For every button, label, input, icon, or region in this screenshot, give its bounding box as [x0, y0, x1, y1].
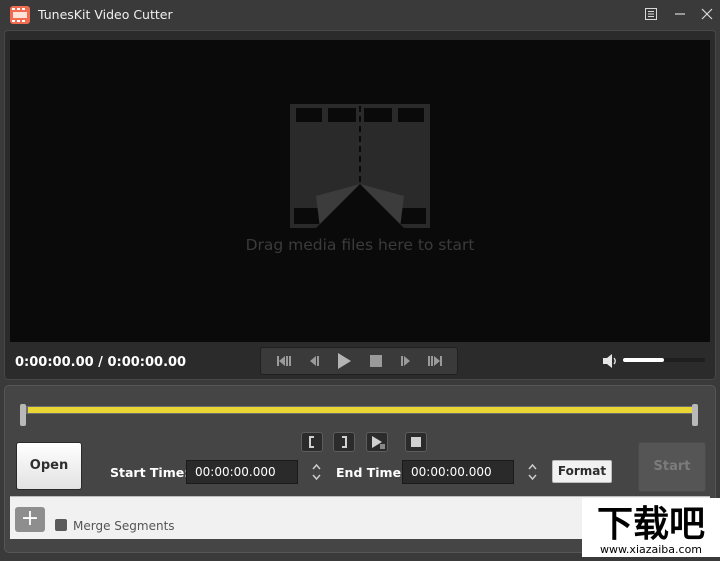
end-time-spinner[interactable] — [526, 460, 539, 484]
open-button[interactable]: Open — [16, 442, 82, 490]
drop-hint-text: Drag media files here to start — [245, 236, 475, 254]
svg-text:下载吧: 下载吧 — [597, 504, 705, 545]
mark-in-icon[interactable] — [301, 432, 323, 452]
mark-out-icon[interactable] — [333, 432, 355, 452]
timeline-start-handle[interactable] — [20, 404, 26, 426]
app-logo-icon — [10, 6, 30, 24]
preview-segment-icon[interactable] — [366, 432, 388, 452]
start-time-field[interactable]: 00:00:00.000 — [186, 460, 298, 484]
merge-segments-checkbox[interactable] — [55, 519, 67, 531]
step-back-icon[interactable] — [302, 351, 324, 371]
app-title: TunesKit Video Cutter — [38, 7, 173, 22]
watermark-logo: 下载吧 www.xiazaiba.com — [582, 498, 720, 557]
stop-icon[interactable] — [365, 351, 387, 371]
timeline-selection — [28, 407, 692, 413]
film-strip-icon — [290, 104, 430, 228]
close-icon[interactable] — [696, 4, 718, 24]
minimize-icon[interactable] — [669, 4, 691, 24]
step-forward-icon[interactable] — [396, 351, 418, 371]
playback-timecode: 0:00:00.00 / 0:00:00.00 — [15, 355, 187, 370]
end-time-label: End Time: — [336, 465, 407, 480]
end-time-field[interactable]: 00:00:00.000 — [402, 460, 514, 484]
next-frame-icon[interactable] — [424, 351, 446, 371]
previous-frame-icon[interactable] — [273, 351, 295, 371]
volume-level — [623, 358, 664, 362]
start-button[interactable]: Start — [638, 442, 706, 492]
merge-segments-label: Merge Segments — [73, 519, 175, 533]
play-icon[interactable] — [333, 351, 355, 371]
add-segment-button[interactable]: + — [15, 507, 45, 532]
menu-icon[interactable] — [640, 4, 662, 24]
volume-icon[interactable] — [602, 353, 620, 369]
timeline-end-handle[interactable] — [692, 404, 698, 426]
start-time-label: Start Time: — [110, 465, 190, 480]
format-button[interactable]: Format — [552, 460, 612, 483]
svg-text:www.xiazaiba.com: www.xiazaiba.com — [600, 543, 702, 556]
start-time-spinner[interactable] — [310, 460, 323, 484]
stop-preview-icon[interactable] — [405, 432, 427, 452]
